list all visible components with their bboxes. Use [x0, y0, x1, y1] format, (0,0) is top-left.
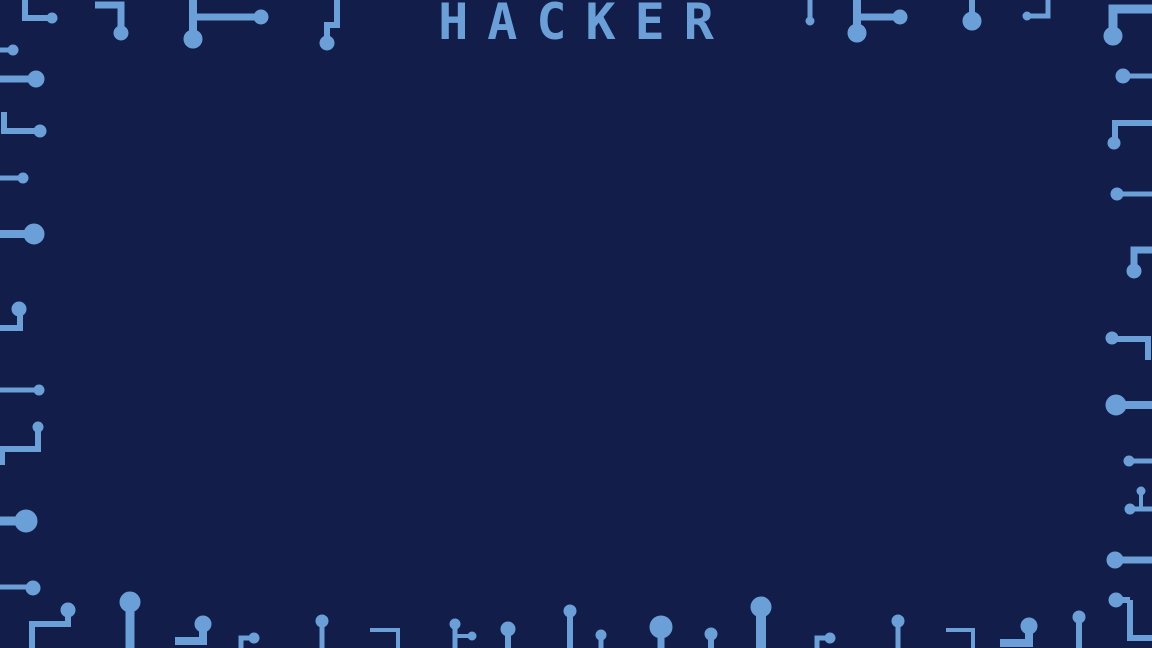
- circuit-trace: [0, 580, 41, 596]
- circuit-trace: [595, 629, 607, 648]
- circuit-border: [0, 0, 1152, 648]
- circuit-trace: [238, 632, 260, 648]
- circuit-trace: [1107, 120, 1152, 150]
- circuit-trace: [1124, 486, 1152, 515]
- circuit-trace: [0, 384, 45, 396]
- circuit-trace: [891, 614, 905, 648]
- circuit-trace: [1105, 331, 1151, 360]
- circuit-trace: [1106, 551, 1152, 569]
- circuit-trace: [0, 301, 27, 331]
- circuit-trace: [0, 172, 29, 184]
- circuit-trace: [814, 632, 836, 648]
- circuit-trace: [704, 627, 718, 648]
- circuit-trace: [1072, 610, 1086, 648]
- circuit-trace: [1000, 617, 1038, 647]
- circuit-trace: [1108, 592, 1152, 641]
- circuit-trace: [750, 596, 772, 648]
- circuit-trace: [1105, 394, 1152, 416]
- circuit-trace: [315, 614, 329, 648]
- circuit-trace: [29, 602, 76, 648]
- circuit-trace: [500, 621, 516, 648]
- circuit-trace: [449, 618, 477, 648]
- circuit-trace: [370, 628, 400, 648]
- circuit-trace: [649, 615, 673, 648]
- circuit-trace: [0, 70, 45, 88]
- circuit-trace: [175, 615, 212, 645]
- circuit-trace: [1110, 187, 1152, 201]
- game-title: HACKER: [438, 0, 733, 51]
- circuit-trace: [946, 628, 975, 648]
- circuit-trace: [1, 112, 47, 138]
- circuit-trace: [1126, 246, 1152, 279]
- circuit-trace: [1115, 68, 1152, 84]
- circuit-trace: [563, 604, 577, 648]
- title-screen: HACKER: [0, 0, 1152, 648]
- circuit-trace: [0, 223, 45, 245]
- circuit-trace: [1123, 455, 1152, 467]
- circuit-trace: [0, 421, 44, 465]
- circuit-trace: [119, 591, 141, 648]
- circuit-trace: [0, 509, 38, 533]
